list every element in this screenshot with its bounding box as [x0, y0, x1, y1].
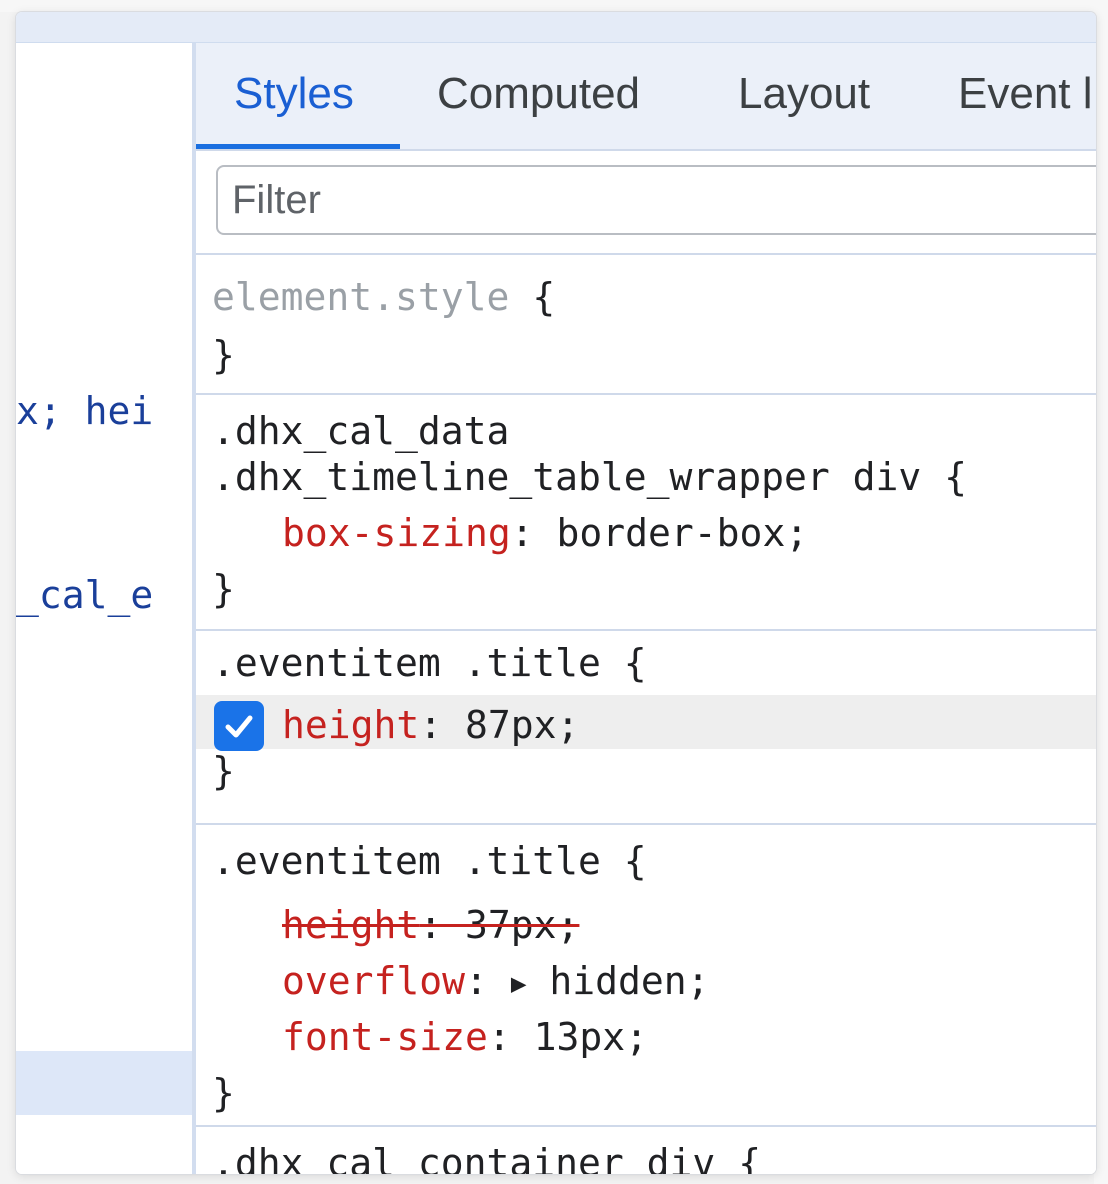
property-value[interactable]: : 87px; [419, 703, 579, 747]
property-name[interactable]: overflow [282, 959, 465, 1003]
property-value[interactable]: hidden; [549, 959, 709, 1003]
tab-layout[interactable]: Layout [738, 69, 870, 119]
elements-code-line[interactable]: _cal_e [16, 573, 153, 617]
overridden-declaration: height: 37px; [282, 903, 579, 947]
filter-input[interactable] [216, 165, 1096, 235]
declaration-height: height: 87px; [282, 703, 579, 747]
tab-event-listeners[interactable]: Event l [958, 69, 1093, 119]
rule-eventitem-title-overridden[interactable]: .eventitem .title { height: 37px; overfl… [196, 825, 1096, 1127]
rule-selector: element.style { [212, 275, 555, 319]
close-brace: } [212, 1071, 235, 1115]
declaration-overflow: overflow: ▶ hidden; [282, 959, 710, 1006]
property-name[interactable]: height [282, 903, 419, 947]
selector-text[interactable]: element.style [212, 275, 509, 319]
open-brace: { [532, 275, 556, 319]
filter-bar [196, 151, 1096, 255]
elements-selected-row[interactable] [16, 1051, 192, 1115]
property-separator: : [465, 959, 488, 1003]
window-top-bar [16, 12, 1096, 43]
elements-code-line[interactable]: x; hei [16, 389, 153, 433]
rule-dhx-cal-container[interactable]: .dhx_cal_container div { [196, 1127, 1096, 1174]
close-brace: } [212, 749, 235, 793]
close-brace: } [212, 567, 235, 611]
property-name[interactable]: box-sizing [282, 511, 511, 555]
rule-selector-line2[interactable]: .dhx_timeline_table_wrapper div { [212, 455, 967, 499]
active-tab-indicator [196, 144, 400, 149]
rule-selector[interactable]: .eventitem .title { [212, 641, 647, 685]
rule-dhx-cal-data[interactable]: .dhx_cal_data .dhx_timeline_table_wrappe… [196, 395, 1096, 631]
elements-pane[interactable]: x; hei _cal_e [16, 43, 192, 1174]
property-name[interactable]: height [282, 703, 419, 747]
background-page-right [1094, 0, 1108, 1184]
devtools-window: x; hei _cal_e Styles Computed Layout Eve… [16, 12, 1096, 1174]
rule-selector[interactable]: .eventitem .title { [212, 839, 647, 883]
styles-pane: Styles Computed Layout Event l element.s… [196, 43, 1096, 1174]
tab-bar: Styles Computed Layout Event l [196, 43, 1096, 151]
checkmark-icon [225, 715, 253, 738]
rule-eventitem-title[interactable]: .eventitem .title { height: 87px; } [196, 631, 1096, 825]
expand-triangle-icon[interactable]: ▶ [511, 962, 527, 1006]
tab-styles[interactable]: Styles [234, 69, 354, 119]
declaration-enabled-checkbox[interactable] [214, 701, 264, 751]
declaration-font-size: font-size: 13px; [282, 1015, 648, 1059]
rule-selector[interactable]: .dhx_cal_container div { [212, 1141, 761, 1174]
rule-element-style[interactable]: element.style { } [196, 255, 1096, 395]
property-value[interactable]: : border-box; [511, 511, 808, 555]
rule-selector-line1[interactable]: .dhx_cal_data [212, 409, 509, 453]
declaration-height-overridden: height: 37px; [282, 903, 579, 947]
declaration-box-sizing: box-sizing: border-box; [282, 511, 808, 555]
property-value[interactable]: : 37px; [419, 903, 579, 947]
close-brace: } [212, 333, 235, 377]
property-value[interactable]: : 13px; [488, 1015, 648, 1059]
tab-computed[interactable]: Computed [437, 69, 640, 119]
property-name[interactable]: font-size [282, 1015, 488, 1059]
background-page-top [0, 0, 1108, 12]
